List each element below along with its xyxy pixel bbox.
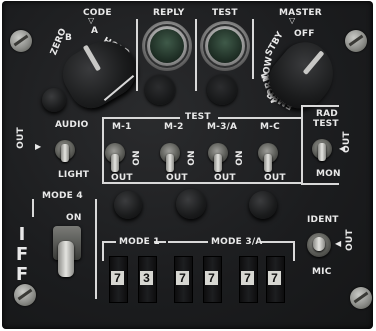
mode1-out-label: OUT	[111, 173, 133, 183]
mode2-test-switch[interactable]	[166, 154, 174, 172]
readout-mode1-line-left	[102, 241, 116, 243]
corner-screw-bottom-right	[350, 287, 372, 309]
mode4-switch[interactable]	[58, 241, 74, 277]
mode1-switch-label: M-1	[112, 122, 132, 132]
mode2-switch-label: M-2	[164, 122, 184, 132]
mode-test-frame-left	[102, 117, 104, 183]
lower-knob-center[interactable]	[176, 189, 206, 219]
ident-switch[interactable]	[313, 237, 325, 251]
reply-lamp-lens	[150, 29, 184, 63]
master-knob-pointer	[302, 50, 325, 75]
ident-off-arrow-icon: ◀	[335, 239, 342, 248]
lower-knob-left[interactable]	[114, 191, 142, 219]
mode4-frame-right	[95, 199, 97, 299]
mode3a-switch-label: M-3/A	[207, 122, 238, 132]
mode4-label: MODE 4	[42, 191, 83, 201]
audio-off-arrow-icon: ▶	[35, 142, 42, 151]
code-position-b: B	[65, 33, 73, 43]
reply-dimmer-cap[interactable]	[145, 75, 175, 105]
readout-mode3a-line-right	[260, 241, 294, 243]
mode2-on-label: ON	[186, 150, 197, 166]
audio-label: AUDIO	[55, 120, 89, 130]
iff-control-panel: CODE ▽ ZERO B A HOLD REPLY TEST MASTER ▽…	[2, 1, 373, 329]
lower-knob-right[interactable]	[249, 191, 277, 219]
modec-out-label: OUT	[264, 173, 286, 183]
mode1-digit-wheel-1[interactable]: 7	[109, 256, 128, 303]
test-label: TEST	[212, 8, 238, 18]
mode1-code-label: MODE 1	[119, 237, 160, 247]
mode3a-on-label: ON	[234, 150, 245, 166]
mode3a-digit-1: 7	[176, 271, 189, 285]
lamp-divider-left	[136, 19, 138, 91]
modec-switch-label: M-C	[260, 122, 280, 132]
rad-test-label-line2: TEST	[313, 119, 339, 129]
rad-test-label-line1: RAD	[316, 109, 338, 119]
mode-test-frame-right	[301, 105, 303, 183]
mode-test-frame-top-left	[102, 117, 180, 119]
mode1-digit-wheel-2[interactable]: 3	[138, 256, 157, 303]
readout-frame-right	[293, 241, 295, 261]
mode3a-out-label: OUT	[214, 173, 236, 183]
audio-off-label: OUT	[15, 127, 26, 149]
mode4-frame-left	[32, 199, 34, 217]
corner-screw-bottom-left	[14, 284, 36, 306]
master-pointer-icon: ▽	[289, 16, 296, 25]
rad-frame-bottom	[301, 183, 339, 185]
mode4-on-label: ON	[66, 213, 82, 223]
mode1-digit-2: 3	[140, 271, 153, 285]
mode2-out-label: OUT	[166, 173, 188, 183]
ident-mic-label: MIC	[312, 267, 332, 277]
test-lamp-lens	[208, 29, 242, 63]
lamp-divider-right	[252, 19, 254, 79]
mode3a-code-label: MODE 3/A	[211, 237, 263, 247]
mode3a-digit-2: 7	[205, 271, 218, 285]
corner-screw-top-right	[345, 30, 367, 52]
mode3a-digit-4: 7	[268, 271, 281, 285]
mode3a-test-switch[interactable]	[214, 154, 222, 172]
mode3a-digit-3: 7	[241, 271, 254, 285]
ident-label: IDENT	[307, 215, 339, 225]
code-pointer-icon: ▽	[88, 16, 95, 25]
master-position-off: OFF	[294, 29, 315, 39]
audio-dimmer-knob[interactable]	[42, 88, 66, 112]
modec-test-switch[interactable]	[264, 154, 272, 172]
test-dimmer-cap[interactable]	[207, 75, 237, 105]
readout-mode3a-line-left	[168, 241, 208, 243]
reply-label: REPLY	[153, 8, 185, 18]
mode3a-digit-wheel-2[interactable]: 7	[203, 256, 222, 303]
mode3a-digit-wheel-3[interactable]: 7	[239, 256, 258, 303]
test-lamp[interactable]	[200, 21, 250, 71]
rad-test-out-label: OUT	[342, 131, 352, 153]
audio-toggle-switch[interactable]	[61, 144, 69, 162]
readout-frame-left	[102, 241, 104, 261]
code-knob-pointer	[82, 44, 102, 72]
lamp-divider-center	[195, 19, 197, 91]
mode1-digit-1: 7	[111, 271, 124, 285]
corner-screw-top-left	[10, 30, 32, 52]
mode-test-group-label: TEST	[185, 112, 211, 122]
master-label: MASTER	[279, 8, 322, 18]
reply-lamp	[142, 21, 192, 71]
mode-test-frame-top-right	[218, 117, 302, 119]
rad-frame-top	[301, 105, 339, 107]
code-position-a: A	[91, 26, 99, 36]
mode3a-digit-wheel-4[interactable]: 7	[266, 256, 285, 303]
mode1-test-switch[interactable]	[111, 154, 119, 172]
rad-test-mon-label: MON	[316, 169, 341, 179]
audio-light-label: LIGHT	[58, 170, 90, 180]
iff-designation: IFF	[14, 225, 30, 285]
rad-test-switch[interactable]	[318, 143, 326, 161]
mode3a-digit-wheel-1[interactable]: 7	[174, 256, 193, 303]
ident-out-label: OUT	[345, 229, 355, 251]
mode1-on-label: ON	[131, 150, 142, 166]
iff-designation-text: IFF	[15, 224, 29, 285]
